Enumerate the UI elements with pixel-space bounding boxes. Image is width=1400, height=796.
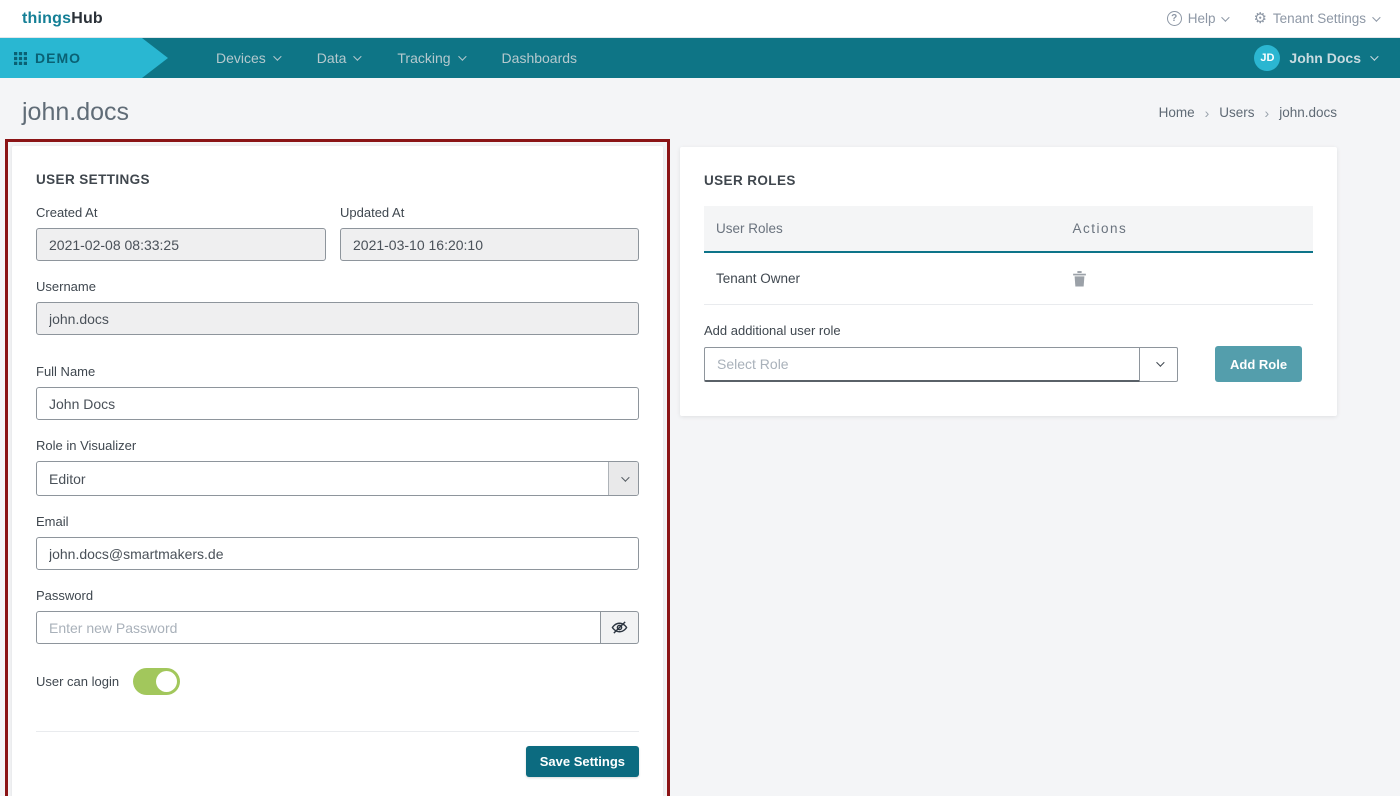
selected-role-value: Editor [37, 462, 608, 495]
tenant-name: DEMO [35, 50, 81, 66]
chevron-down-icon [1156, 358, 1164, 366]
role-dropdown-button[interactable] [1140, 347, 1178, 382]
trash-icon [1072, 270, 1087, 287]
created-at-label: Created At [36, 205, 326, 220]
table-row: Tenant Owner [704, 253, 1313, 305]
chevron-down-icon [273, 52, 281, 60]
add-role-label: Add additional user role [704, 323, 1313, 338]
created-at-field [36, 228, 326, 261]
tenant-settings-label: Tenant Settings [1273, 11, 1366, 26]
nav-item-tracking[interactable]: Tracking [397, 50, 463, 66]
email-label: Email [36, 514, 639, 529]
page-title: john.docs [22, 98, 129, 127]
nav-label: Data [317, 50, 347, 66]
help-icon: ? [1167, 11, 1182, 26]
delete-role-button[interactable] [1072, 270, 1087, 287]
column-header-actions: Actions [1072, 221, 1127, 236]
user-can-login-label: User can login [36, 674, 119, 689]
nav-label: Dashboards [502, 50, 578, 66]
user-roles-card: USER ROLES User Roles Actions Tenant Own… [680, 147, 1337, 416]
column-header-user-roles: User Roles [704, 221, 1072, 236]
role-in-visualizer-label: Role in Visualizer [36, 438, 639, 453]
logo-text-primary: things [22, 10, 71, 27]
eye-slash-icon [611, 619, 628, 636]
role-in-visualizer-select[interactable]: Editor [36, 461, 639, 496]
nav-label: Devices [216, 50, 266, 66]
grid-icon [14, 52, 27, 65]
select-role-input[interactable] [704, 347, 1140, 382]
breadcrumb-home[interactable]: Home [1159, 105, 1195, 120]
username-field [36, 302, 639, 335]
nav-item-devices[interactable]: Devices [216, 50, 279, 66]
breadcrumb-separator: › [1265, 105, 1270, 121]
gear-icon: ⚙ [1253, 11, 1266, 26]
tenant-settings-menu[interactable]: ⚙ Tenant Settings [1253, 11, 1378, 26]
user-can-login-toggle[interactable] [133, 668, 180, 695]
chevron-down-icon [1222, 13, 1230, 21]
password-field[interactable] [36, 611, 601, 644]
chevron-down-icon [1372, 13, 1380, 21]
email-field[interactable] [36, 537, 639, 570]
username-label: Username [36, 279, 639, 294]
role-name: Tenant Owner [704, 271, 1072, 286]
chevron-down-icon [458, 52, 466, 60]
thingshub-logo[interactable]: thingsHub [22, 10, 103, 28]
help-label: Help [1188, 11, 1216, 26]
nav-item-dashboards[interactable]: Dashboards [502, 50, 578, 66]
full-name-field[interactable] [36, 387, 639, 420]
toggle-knob [156, 671, 177, 692]
updated-at-field [340, 228, 639, 261]
user-settings-heading: USER SETTINGS [36, 172, 639, 187]
updated-at-label: Updated At [340, 205, 639, 220]
breadcrumb-separator: › [1205, 105, 1210, 121]
nav-item-data[interactable]: Data [317, 50, 360, 66]
help-menu[interactable]: ? Help [1167, 11, 1228, 26]
user-roles-heading: USER ROLES [704, 173, 1313, 188]
main-navbar: DEMO Devices Data Tracking Dashboards JD… [0, 38, 1400, 78]
user-menu[interactable]: JD John Docs [1254, 45, 1376, 71]
breadcrumb-users[interactable]: Users [1219, 105, 1254, 120]
tenant-selector[interactable]: DEMO [0, 38, 168, 78]
highlight-outline: USER SETTINGS Created At Updated At User… [5, 139, 670, 796]
chevron-down-icon [354, 52, 362, 60]
breadcrumb: Home › Users › john.docs [1159, 105, 1337, 121]
nav-label: Tracking [397, 50, 450, 66]
roles-table-header: User Roles Actions [704, 206, 1313, 253]
password-label: Password [36, 588, 639, 603]
logo-text-secondary: Hub [71, 10, 103, 27]
full-name-label: Full Name [36, 364, 639, 379]
select-dropdown-button[interactable] [608, 462, 638, 495]
chevron-down-icon [1370, 52, 1378, 60]
avatar: JD [1254, 45, 1280, 71]
chevron-down-icon [621, 473, 629, 481]
divider [36, 731, 639, 732]
user-name: John Docs [1289, 50, 1361, 66]
topbar: thingsHub ? Help ⚙ Tenant Settings [0, 0, 1400, 38]
user-settings-card: USER SETTINGS Created At Updated At User… [12, 146, 663, 796]
toggle-password-visibility-button[interactable] [601, 611, 639, 644]
add-role-button[interactable]: Add Role [1215, 346, 1302, 382]
save-settings-button[interactable]: Save Settings [526, 746, 639, 777]
breadcrumb-current: john.docs [1279, 105, 1337, 120]
